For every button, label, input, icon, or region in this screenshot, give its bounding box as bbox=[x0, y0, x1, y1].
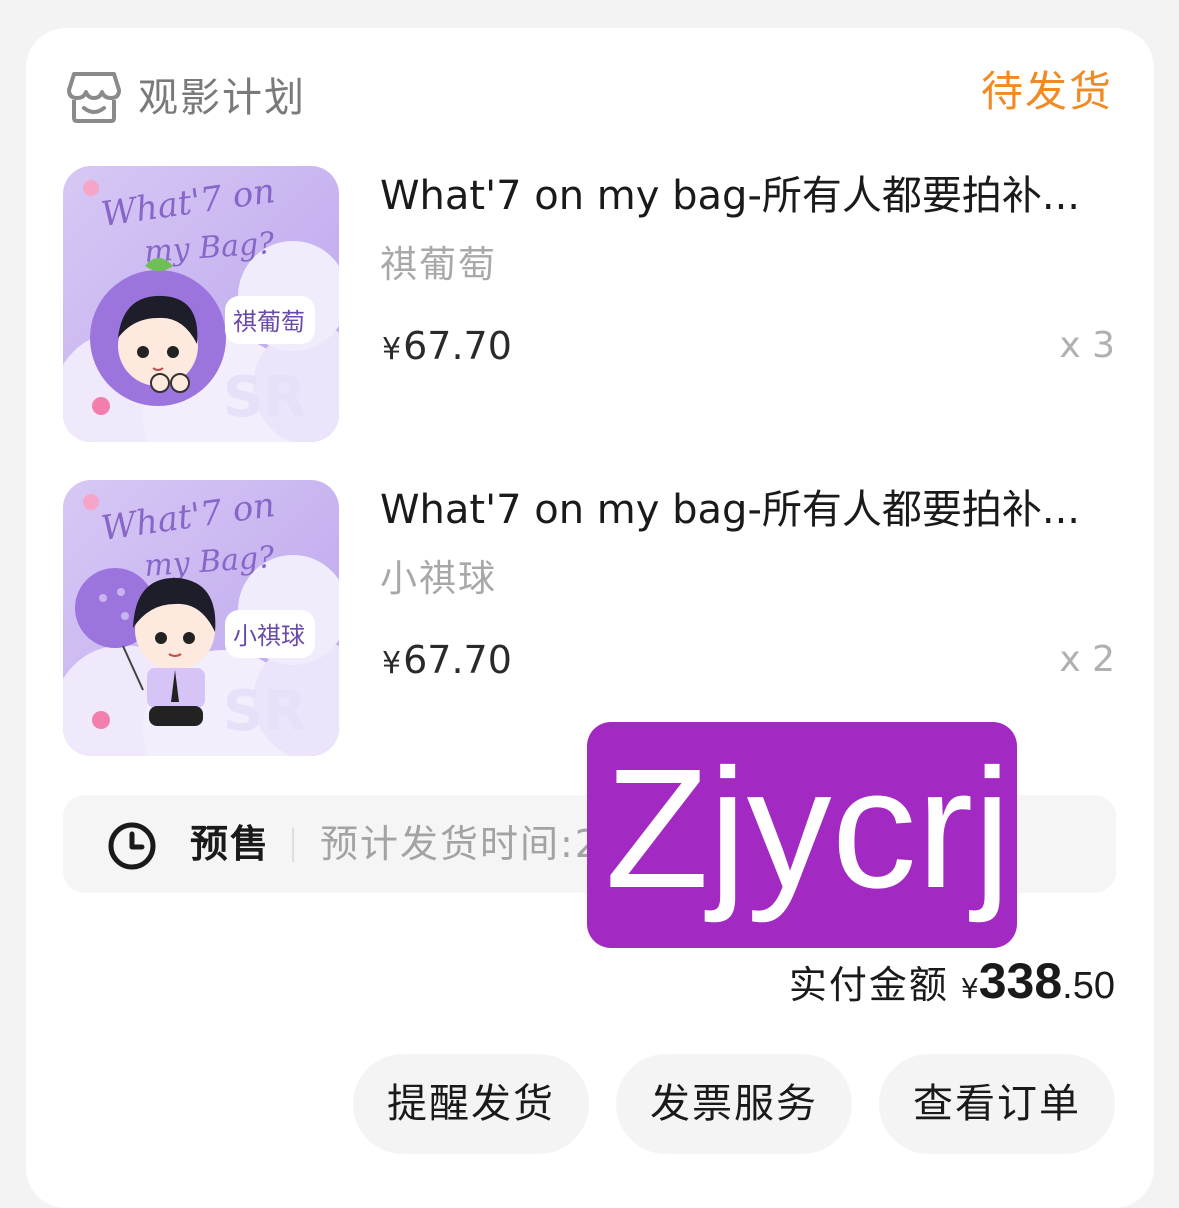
watermark-overlay: Zjycrj bbox=[587, 722, 1017, 948]
divider bbox=[292, 828, 294, 862]
view-order-button[interactable]: 查看订单 bbox=[879, 1054, 1115, 1154]
thumb-badge: 祺葡萄 bbox=[233, 308, 305, 336]
product-quantity: x 2 bbox=[1059, 639, 1115, 680]
store-icon bbox=[67, 72, 121, 123]
presale-label: 预售 bbox=[190, 822, 271, 866]
product-title[interactable]: What'7 on my bag-所有人都要拍补... bbox=[380, 482, 1115, 538]
total-paid: 实付金额 ¥338.50 bbox=[789, 952, 1115, 1012]
product-title[interactable]: What'7 on my bag-所有人都要拍补... bbox=[380, 168, 1115, 224]
watermark-text: Zjycrj bbox=[605, 734, 1011, 924]
currency-symbol: ¥ bbox=[382, 646, 402, 681]
product-thumbnail[interactable]: What'7 on my Bag? 小祺球 SR bbox=[63, 480, 339, 756]
thumb-mark: SR bbox=[223, 679, 306, 744]
currency-symbol: ¥ bbox=[382, 332, 402, 367]
product-quantity: x 3 bbox=[1059, 325, 1115, 366]
order-status: 待发货 bbox=[980, 67, 1113, 116]
clock-icon bbox=[108, 822, 156, 870]
product-variant: 小祺球 bbox=[380, 557, 497, 600]
thumb-badge: 小祺球 bbox=[233, 622, 305, 650]
price-value: 67.70 bbox=[403, 638, 512, 682]
thumb-mark: SR bbox=[223, 365, 306, 430]
estimated-ship-time: 预计发货时间:2 bbox=[320, 822, 601, 866]
remind-ship-button[interactable]: 提醒发货 bbox=[353, 1054, 589, 1154]
product-variant: 祺葡萄 bbox=[380, 243, 497, 286]
price-value: 67.70 bbox=[403, 324, 512, 368]
total-label: 实付金额 bbox=[788, 963, 949, 1007]
currency-symbol: ¥ bbox=[960, 972, 979, 1005]
store-name[interactable]: 观影计划 bbox=[138, 70, 306, 126]
product-price: ¥67.70 bbox=[382, 634, 512, 690]
invoice-service-button[interactable]: 发票服务 bbox=[616, 1054, 852, 1154]
product-price: ¥67.70 bbox=[382, 320, 512, 376]
total-integer: 338 bbox=[978, 953, 1063, 1009]
total-decimal: .50 bbox=[1062, 965, 1115, 1007]
product-thumbnail[interactable]: What'7 on my Bag? 祺葡萄 SR bbox=[63, 166, 339, 442]
